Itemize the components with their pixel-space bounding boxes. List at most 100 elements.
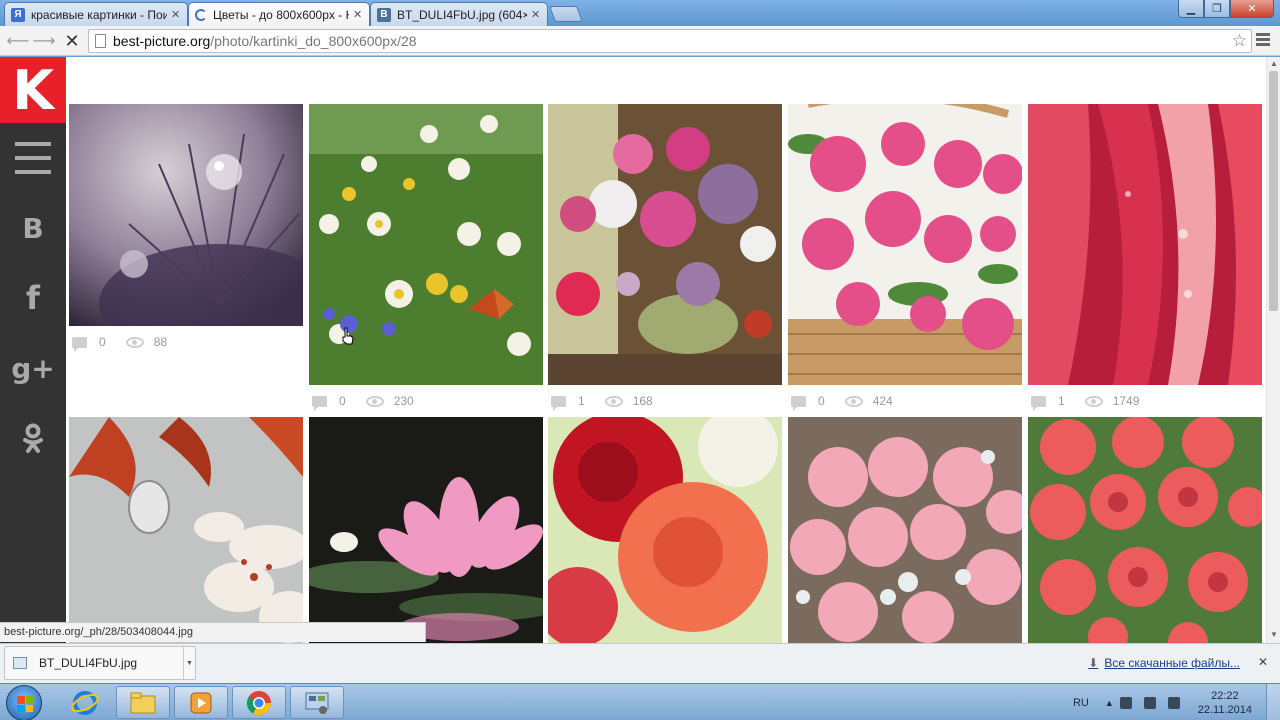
vk-favicon-icon: B bbox=[377, 7, 391, 22]
photo-blossom-drop[interactable] bbox=[69, 417, 303, 643]
scroll-thumb[interactable] bbox=[1269, 71, 1278, 311]
show-hidden-icons-icon[interactable]: ▲ bbox=[1105, 698, 1114, 708]
clock[interactable]: 22:22 22.11.2014 bbox=[1198, 689, 1252, 717]
comment-icon bbox=[312, 395, 327, 411]
comment-count: 1 bbox=[578, 394, 585, 408]
forward-button[interactable]: ⟶ bbox=[33, 31, 56, 51]
site-logo[interactable]: K bbox=[0, 57, 66, 123]
photo-image bbox=[309, 417, 543, 643]
yandex-favicon-icon: Я bbox=[11, 7, 25, 22]
close-tab-icon[interactable]: ✕ bbox=[353, 8, 363, 21]
photo-stats: 0 424 bbox=[791, 392, 893, 411]
photo-asters[interactable] bbox=[548, 104, 782, 385]
tab-search[interactable]: Я красивые картинки - Поиск ✕ bbox=[4, 2, 188, 26]
comment-icon bbox=[1031, 395, 1046, 411]
window-controls: ▁ ❐ ✕ bbox=[1178, 0, 1274, 18]
url-host: best-picture.org bbox=[113, 33, 211, 49]
facebook-icon[interactable]: f bbox=[0, 263, 66, 333]
internet-explorer-button[interactable] bbox=[58, 686, 112, 719]
loading-spinner-icon bbox=[195, 8, 207, 21]
scroll-down-arrow-icon[interactable]: ▼ bbox=[1270, 630, 1278, 639]
photo-pink-roses[interactable] bbox=[788, 104, 1022, 385]
views-eye-icon bbox=[844, 395, 863, 407]
google-plus-icon[interactable]: g+ bbox=[0, 333, 66, 403]
all-downloads-link[interactable]: ⬇ Все скачанные файлы... bbox=[1088, 656, 1240, 670]
views-eye-icon bbox=[604, 395, 623, 407]
tab-title: красивые картинки - Поиск bbox=[31, 7, 167, 22]
odnoklassniki-glyph bbox=[23, 423, 43, 453]
close-tab-icon[interactable]: ✕ bbox=[531, 8, 541, 21]
view-count: 1749 bbox=[1112, 394, 1140, 408]
photo-pink-bouquet[interactable] bbox=[788, 417, 1022, 643]
tab-title: Цветы - до 800x600px - Красивые картинки bbox=[213, 7, 349, 22]
status-bar-url: best-picture.org/_ph/28/503408044.jpg bbox=[0, 622, 426, 642]
chrome-menu-button[interactable] bbox=[1256, 33, 1270, 48]
comment-icon bbox=[791, 395, 806, 411]
view-count: 88 bbox=[153, 335, 168, 349]
photo-stats: 1 168 bbox=[551, 392, 653, 411]
photo-stats: 0 88 bbox=[72, 333, 168, 352]
stop-loading-button[interactable]: ✕ bbox=[62, 31, 82, 51]
photo-roses-red-orange[interactable] bbox=[548, 417, 782, 643]
photo-image bbox=[788, 417, 1022, 643]
restore-button[interactable]: ❐ bbox=[1204, 0, 1230, 18]
web-page: K B f g+ 0 88 0 230 1 168 0 424 1 1749 ▲… bbox=[0, 57, 1280, 643]
volume-icon[interactable] bbox=[1167, 697, 1180, 709]
views-eye-icon bbox=[125, 336, 144, 348]
photo-coral-roses[interactable] bbox=[1028, 417, 1262, 643]
new-tab-button[interactable] bbox=[549, 6, 583, 22]
photo-red-petals[interactable] bbox=[1028, 104, 1262, 385]
clock-date: 22.11.2014 bbox=[1197, 704, 1252, 716]
chrome-icon bbox=[246, 690, 271, 715]
photo-lotus[interactable] bbox=[309, 417, 543, 643]
download-filename: BT_DULI4FbU.jpg bbox=[39, 656, 138, 670]
show-desktop-button[interactable] bbox=[1266, 684, 1280, 720]
url-path: /photo/kartinki_do_800x600px/28 bbox=[210, 33, 417, 49]
views-eye-icon bbox=[365, 395, 384, 407]
photo-image bbox=[788, 104, 1022, 385]
menu-icon[interactable] bbox=[0, 123, 66, 193]
comment-count: 0 bbox=[339, 394, 346, 408]
browser-title-bar: Я красивые картинки - Поиск ✕ Цветы - до… bbox=[0, 0, 1280, 26]
cursor-glyph bbox=[342, 327, 354, 345]
image-file-icon bbox=[13, 657, 27, 669]
browser-toolbar: ⟵ ⟶ ✕ best-picture.org/photo/kartinki_do… bbox=[0, 26, 1280, 56]
all-downloads-label: Все скачанные файлы... bbox=[1104, 656, 1240, 670]
bookmark-star-icon[interactable]: ☆ bbox=[1232, 31, 1247, 51]
minimize-button[interactable]: ▁ bbox=[1178, 0, 1204, 18]
photo-image bbox=[69, 417, 303, 643]
page-scrollbar[interactable]: ▲ ▼ bbox=[1266, 57, 1280, 643]
control-panel-icon bbox=[305, 692, 329, 714]
network-icon[interactable] bbox=[1143, 697, 1156, 709]
back-button[interactable]: ⟵ bbox=[7, 31, 30, 51]
view-count: 230 bbox=[393, 394, 414, 408]
language-indicator[interactable]: RU bbox=[1073, 697, 1089, 709]
security-icon[interactable] bbox=[1119, 697, 1132, 709]
clock-time: 22:22 bbox=[1211, 690, 1239, 702]
comment-icon bbox=[72, 336, 87, 352]
media-player-button[interactable] bbox=[174, 686, 228, 719]
download-item[interactable]: BT_DULI4FbU.jpg ▼ bbox=[4, 646, 196, 680]
scroll-up-arrow-icon[interactable]: ▲ bbox=[1270, 59, 1278, 68]
chrome-button[interactable] bbox=[232, 686, 286, 719]
download-bar: BT_DULI4FbU.jpg ▼ ⬇ Все скачанные файлы.… bbox=[0, 643, 1280, 683]
control-panel-button[interactable] bbox=[290, 686, 344, 719]
comment-count: 0 bbox=[818, 394, 825, 408]
explorer-button[interactable] bbox=[116, 686, 170, 719]
comment-icon bbox=[551, 395, 566, 411]
close-download-bar-icon[interactable]: ✕ bbox=[1258, 655, 1268, 669]
photo-stats: 1 1749 bbox=[1031, 392, 1140, 411]
odnoklassniki-icon[interactable] bbox=[0, 403, 66, 473]
vk-icon[interactable]: B bbox=[0, 193, 66, 263]
close-tab-icon[interactable]: ✕ bbox=[171, 8, 181, 21]
comment-count: 1 bbox=[1058, 394, 1065, 408]
start-button[interactable] bbox=[6, 685, 42, 720]
close-window-button[interactable]: ✕ bbox=[1230, 0, 1274, 18]
tab-flowers[interactable]: Цветы - до 800x600px - Красивые картинки… bbox=[188, 2, 370, 26]
tab-image[interactable]: B BT_DULI4FbU.jpg (604×453) ✕ bbox=[370, 2, 548, 26]
internet-explorer-icon bbox=[71, 690, 99, 715]
download-options-chevron-icon[interactable]: ▼ bbox=[183, 647, 195, 679]
social-sidebar: K B f g+ bbox=[0, 57, 66, 643]
address-bar[interactable]: best-picture.org/photo/kartinki_do_800x6… bbox=[88, 29, 1252, 53]
photo-dandelion[interactable] bbox=[69, 104, 303, 326]
